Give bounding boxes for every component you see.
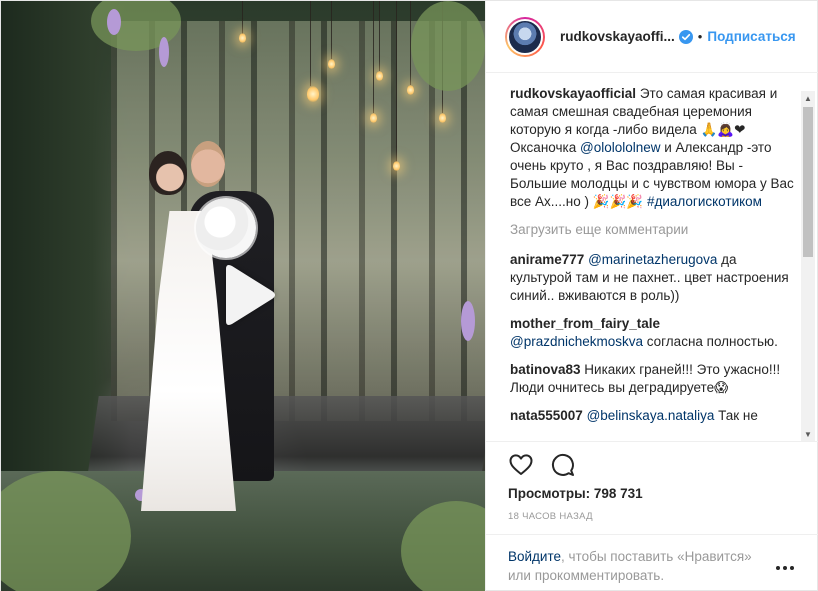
- verified-badge-icon: [678, 29, 693, 44]
- comment-bubble-icon: [552, 454, 574, 476]
- post-sidebar: rudkovskayaoffi... • Подписаться rudkovs…: [485, 1, 818, 591]
- comment: mother_from_fairy_tale @prazdnichekmoskv…: [510, 315, 796, 351]
- action-icons: [508, 452, 576, 478]
- lupine-flower: [461, 301, 475, 341]
- avatar[interactable]: [507, 18, 543, 55]
- comment: batinova83 Никаких граней!!! Это ужасно!…: [510, 361, 796, 397]
- comment-text: согласна полностью.: [643, 334, 778, 349]
- heart-icon: [509, 454, 533, 475]
- header-separator: •: [697, 29, 703, 44]
- hanging-bulb: [307, 86, 319, 102]
- bridal-bouquet: [196, 198, 256, 258]
- play-button[interactable]: [218, 263, 278, 327]
- load-more-comments[interactable]: Загрузить еще комментарии: [510, 221, 796, 239]
- comment-mention[interactable]: @marinetazherugova: [588, 252, 717, 267]
- bulb-wire: [379, 1, 380, 71]
- more-dots-icon[interactable]: [776, 563, 798, 573]
- caption-hashtag[interactable]: #диалогискотиком: [647, 194, 762, 209]
- hanging-bulb: [439, 113, 446, 123]
- caption-username[interactable]: rudkovskayaofficial: [510, 86, 636, 101]
- dot: [790, 566, 794, 570]
- story-ring[interactable]: [505, 16, 545, 57]
- login-prompt: Войдите, чтобы поставить «Нравится» или …: [486, 534, 818, 591]
- post-timestamp[interactable]: 18 ЧАСОВ НАЗАД: [508, 511, 593, 522]
- hanging-bulb: [370, 113, 377, 123]
- post-header: rudkovskayaoffi... • Подписаться: [486, 1, 818, 73]
- views-count: Просмотры: 798 731: [508, 486, 643, 501]
- login-text: Войдите, чтобы поставить «Нравится» или …: [508, 547, 768, 585]
- comment: nata555007 @belinskaya.nataliya Так не: [510, 407, 796, 425]
- bride-head: [149, 151, 187, 195]
- dot: [776, 566, 780, 570]
- bulb-wire: [331, 1, 332, 59]
- comment-button[interactable]: [550, 452, 576, 478]
- comments-list: rudkovskayaofficial Это самая красивая и…: [510, 85, 796, 435]
- comment-text: Так не: [714, 408, 758, 423]
- post-video[interactable]: [1, 1, 485, 591]
- dot: [783, 566, 787, 570]
- play-icon: [226, 265, 275, 325]
- hanging-flower: [159, 37, 169, 67]
- caption-mention[interactable]: @ololololnew: [580, 140, 661, 155]
- hanging-bulb: [407, 85, 414, 95]
- post-actions: Просмотры: 798 731 18 ЧАСОВ НАЗАД: [486, 441, 818, 522]
- bulb-wire: [373, 1, 374, 113]
- bulb-wire: [396, 1, 397, 161]
- comments-panel[interactable]: rudkovskayaofficial Это самая красивая и…: [486, 74, 818, 440]
- hanging-greenery: [411, 1, 485, 91]
- bulb-wire: [242, 1, 243, 35]
- header-username[interactable]: rudkovskayaoffi...: [560, 29, 675, 44]
- triangle-down-icon[interactable]: ▼: [801, 427, 815, 441]
- caption: rudkovskayaofficial Это самая красивая и…: [510, 85, 796, 211]
- hanging-bulb: [376, 71, 383, 81]
- like-button[interactable]: [508, 452, 534, 478]
- hanging-bulb: [393, 161, 400, 171]
- comment-username[interactable]: nata555007: [510, 408, 583, 423]
- comment-username[interactable]: mother_from_fairy_tale: [510, 316, 660, 331]
- scrollbar-thumb[interactable]: [803, 107, 813, 257]
- hanging-flower: [107, 9, 121, 35]
- comments-scrollbar[interactable]: ▲ ▼: [801, 91, 815, 441]
- comment: anirame777 @marinetazherugova да культур…: [510, 251, 796, 305]
- comment-mention[interactable]: @prazdnichekmoskva: [510, 334, 643, 349]
- follow-button[interactable]: Подписаться: [707, 29, 795, 44]
- comment-mention[interactable]: @belinskaya.nataliya: [587, 408, 715, 423]
- instagram-post: rudkovskayaoffi... • Подписаться rudkovs…: [0, 0, 818, 591]
- comment-username[interactable]: anirame777: [510, 252, 584, 267]
- comment-username[interactable]: batinova83: [510, 362, 581, 377]
- triangle-up-icon[interactable]: ▲: [801, 91, 815, 105]
- login-link[interactable]: Войдите: [508, 549, 561, 564]
- hanging-bulb: [328, 59, 335, 69]
- hanging-bulb: [239, 33, 246, 43]
- bulb-wire: [310, 1, 311, 86]
- groom-head: [191, 141, 225, 187]
